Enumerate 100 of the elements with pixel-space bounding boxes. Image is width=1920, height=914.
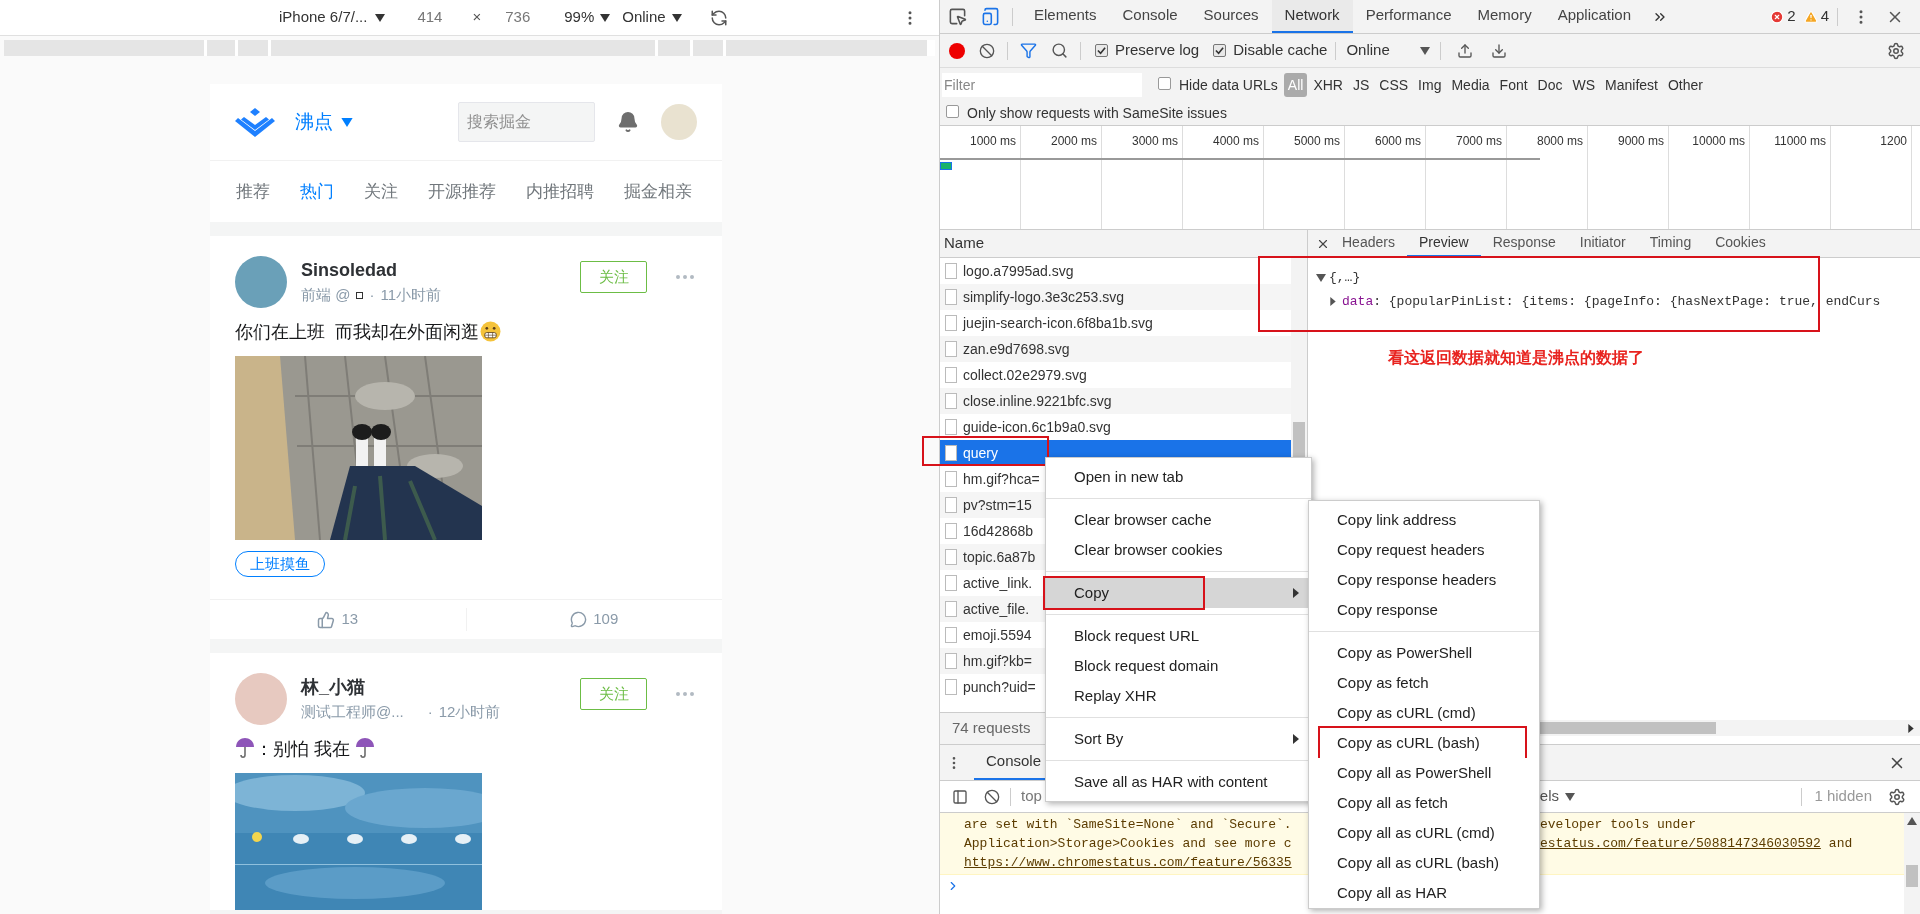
- console-link[interactable]: estatus.com/feature/5088147346030592: [1540, 833, 1821, 854]
- json-root[interactable]: {,…}: [1329, 268, 1361, 288]
- zoom-select[interactable]: 99%: [564, 6, 611, 29]
- nav-tab[interactable]: 内推招聘: [526, 178, 594, 205]
- checkbox[interactable]: [1213, 44, 1227, 58]
- panel-tab[interactable]: Network: [1271, 0, 1353, 33]
- clear-icon[interactable]: [979, 42, 995, 59]
- column-header[interactable]: Name: [944, 232, 984, 255]
- menu-item[interactable]: Open in new tab: [1046, 462, 1311, 492]
- levels-select[interactable]: els: [1539, 785, 1560, 808]
- request-row[interactable]: zan.e9d7698.svg: [940, 336, 1292, 362]
- scroll-right-icon[interactable]: [1908, 723, 1914, 733]
- type-filter[interactable]: Manifest: [1601, 73, 1662, 97]
- checkbox-label[interactable]: Hide data URLs: [1179, 74, 1278, 96]
- checkbox[interactable]: [946, 105, 959, 119]
- menu-item[interactable]: Copy request headers: [1309, 535, 1539, 565]
- type-filter[interactable]: XHR: [1309, 73, 1347, 97]
- author-name[interactable]: 林_小猫: [301, 675, 501, 699]
- nav-tab[interactable]: 推荐: [236, 178, 270, 205]
- channel-select[interactable]: 沸点: [295, 107, 353, 137]
- settings-icon[interactable]: [1887, 41, 1905, 60]
- warning-count[interactable]: 4: [1820, 5, 1829, 28]
- detail-tab[interactable]: Cookies: [1703, 230, 1778, 257]
- context-select[interactable]: top: [1021, 785, 1042, 808]
- timeline-tick: 6000 ms: [1373, 133, 1422, 150]
- menu-item[interactable]: Copy response: [1309, 595, 1539, 625]
- search-field[interactable]: 搜索掘金: [458, 102, 595, 142]
- detail-tab[interactable]: Initiator: [1567, 230, 1638, 257]
- type-filter[interactable]: JS: [1348, 73, 1374, 97]
- scrollbar-thumb[interactable]: [1906, 865, 1918, 887]
- menu-item[interactable]: Copy all as cURL (cmd): [1309, 818, 1539, 848]
- throttling-select[interactable]: Online: [1346, 39, 1431, 62]
- menu-item[interactable]: Copy all as fetch: [1309, 788, 1539, 818]
- post-text: ：别怕 我在: [235, 735, 697, 763]
- checkbox-label[interactable]: Preserve log: [1115, 39, 1200, 62]
- request-row[interactable]: simplify-logo.3e3c253.svg: [940, 284, 1292, 310]
- inspect-icon[interactable]: [948, 7, 967, 26]
- separator-dot: ·: [369, 285, 375, 305]
- menu-item[interactable]: Copy all as HAR: [1309, 878, 1539, 908]
- type-filter[interactable]: Media: [1447, 73, 1494, 97]
- nav-tab[interactable]: 热门: [300, 178, 334, 205]
- error-count[interactable]: 2: [1787, 5, 1796, 28]
- rotate-icon[interactable]: [709, 8, 728, 27]
- type-filter[interactable]: Other: [1664, 73, 1707, 97]
- checkbox[interactable]: [1158, 76, 1171, 90]
- nav-tab[interactable]: 掘金相亲: [624, 178, 692, 205]
- height-field[interactable]: 736: [505, 6, 531, 29]
- avatar[interactable]: [235, 256, 287, 308]
- type-filter[interactable]: Font: [1495, 73, 1532, 97]
- request-name: pv?stm=15: [963, 495, 1032, 515]
- menu-item[interactable]: Copy link address: [1309, 505, 1539, 535]
- filter-field[interactable]: Filter: [942, 73, 1142, 97]
- settings-icon[interactable]: [1888, 787, 1906, 806]
- nav-tab[interactable]: 开源推荐: [428, 178, 496, 205]
- panel-tab[interactable]: Elements: [1021, 0, 1110, 33]
- device-toggle-icon[interactable]: [981, 7, 1000, 26]
- caret-icon: [1565, 792, 1576, 801]
- filter-icon[interactable]: [1020, 42, 1037, 59]
- detail-tab[interactable]: Headers: [1330, 230, 1407, 257]
- type-filter[interactable]: Img: [1414, 73, 1446, 97]
- error-icon[interactable]: [1770, 9, 1785, 24]
- throttling-select[interactable]: Online: [622, 6, 682, 29]
- menu-item[interactable]: Copy as PowerShell: [1309, 638, 1539, 668]
- record-button[interactable]: [949, 42, 965, 59]
- menu-item[interactable]: Copy all as cURL (bash): [1309, 848, 1539, 878]
- console-link[interactable]: https://www.chromestatus.com/feature/56335: [964, 852, 1292, 873]
- detail-tab[interactable]: Preview: [1406, 230, 1481, 257]
- panel-tab[interactable]: Application: [1544, 0, 1645, 33]
- width-field[interactable]: 414: [417, 6, 443, 29]
- request-name: juejin-search-icon.6f8ba1b.svg: [963, 313, 1153, 333]
- menu-item[interactable]: Copy response headers: [1309, 565, 1539, 595]
- panel-tab[interactable]: Memory: [1464, 0, 1545, 33]
- checkbox[interactable]: [1095, 44, 1108, 58]
- logo-icon[interactable]: [235, 106, 275, 138]
- menu-item[interactable]: Copy as fetch: [1309, 668, 1539, 698]
- panel-tab[interactable]: Performance: [1352, 0, 1465, 33]
- menu-item[interactable]: Copy all as PowerShell: [1309, 758, 1539, 788]
- collapse-icon[interactable]: [1330, 296, 1336, 306]
- scrollbar[interactable]: [1904, 813, 1920, 914]
- nav-tab[interactable]: 关注: [364, 178, 398, 205]
- request-row[interactable]: close.inline.9221bfc.svg: [940, 388, 1292, 414]
- notification-icon[interactable]: [617, 111, 639, 133]
- upload-icon[interactable]: [1457, 42, 1474, 59]
- menu-item[interactable]: Copy: [1046, 578, 1311, 608]
- panel-tab[interactable]: Console: [1109, 0, 1191, 33]
- type-filter[interactable]: Doc: [1533, 73, 1567, 97]
- detail-tab[interactable]: Response: [1480, 230, 1568, 257]
- checkbox-label[interactable]: Disable cache: [1233, 39, 1328, 62]
- download-icon[interactable]: [1491, 42, 1508, 59]
- clear-icon[interactable]: [984, 788, 1000, 805]
- type-filter[interactable]: CSS: [1375, 73, 1413, 97]
- author-name[interactable]: Sinsoledad: [301, 258, 441, 282]
- search-icon[interactable]: [1051, 42, 1068, 59]
- panel-tab[interactable]: Sources: [1190, 0, 1272, 33]
- type-filter[interactable]: WS: [1568, 73, 1600, 97]
- request-name: active_file.: [963, 599, 1030, 619]
- device-select[interactable]: iPhone 6/7/...: [279, 6, 386, 29]
- detail-tab[interactable]: Timing: [1637, 230, 1704, 257]
- sidebar-icon[interactable]: [952, 788, 968, 805]
- menu-item[interactable]: Copy as cURL (cmd): [1309, 698, 1539, 728]
